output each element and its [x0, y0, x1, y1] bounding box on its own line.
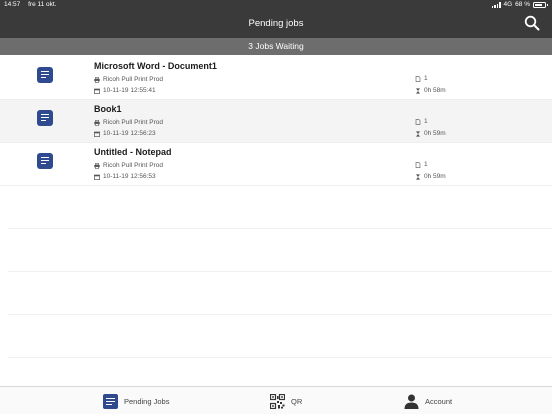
calendar-icon [94, 131, 100, 137]
person-icon [404, 394, 419, 409]
battery-icon [533, 2, 548, 8]
hourglass-icon [416, 130, 420, 137]
printer-icon [94, 76, 100, 83]
job-row[interactable]: Untitled - Notepad Ricoh Pull Print Prod… [0, 143, 552, 186]
battery-percent: 68 % [515, 1, 530, 8]
job-copies: 1 [415, 75, 428, 82]
job-date: 10-11-19 12:56:53 [94, 173, 156, 180]
job-submitted: 10-11-19 12:56:53 [103, 173, 156, 180]
calendar-icon [94, 88, 100, 94]
hourglass-icon [416, 173, 420, 180]
page-icon [415, 118, 421, 125]
cellular-signal-icon [491, 2, 501, 8]
status-left: 14:57 fre 11 okt. [4, 0, 57, 10]
document-icon [103, 393, 118, 409]
job-list: Microsoft Word - Document1 Ricoh Pull Pr… [0, 57, 552, 186]
jobs-waiting-banner: 3 Jobs Waiting [0, 38, 552, 55]
tab-bar: Pending Jobs QR Account [0, 386, 552, 414]
job-copies-count: 1 [424, 75, 428, 82]
job-printer-name: Ricoh Pull Print Prod [103, 162, 163, 169]
job-date: 10-11-19 12:55:41 [94, 87, 156, 94]
job-printer-name: Ricoh Pull Print Prod [103, 76, 163, 83]
job-expires-in: 0h 59m [424, 173, 446, 180]
status-date: fre 11 okt. [28, 1, 57, 8]
network-type: 4G [503, 1, 513, 8]
status-right: 4G 68 % [491, 0, 548, 10]
status-bar: 14:57 fre 11 okt. 4G 68 % [0, 0, 552, 10]
job-printer: Ricoh Pull Print Prod [94, 119, 163, 126]
search-button[interactable] [524, 15, 540, 31]
tab-pending-jobs[interactable]: Pending Jobs [103, 387, 169, 414]
job-expires-in: 0h 59m [424, 130, 446, 137]
job-expires: 0h 59m [415, 130, 446, 137]
job-title: Microsoft Word - Document1 [94, 61, 217, 71]
job-expires: 0h 59m [415, 173, 446, 180]
tab-label: QR [291, 396, 303, 406]
job-row[interactable]: Book1 Ricoh Pull Print Prod 10-11-19 12:… [0, 100, 552, 143]
job-expires: 0h 58m [415, 87, 446, 94]
qr-code-icon [270, 393, 285, 409]
job-copies-count: 1 [424, 161, 428, 168]
job-submitted: 10-11-19 12:56:23 [103, 130, 156, 137]
job-expires-in: 0h 58m [424, 87, 446, 94]
job-title: Untitled - Notepad [94, 147, 172, 157]
page-icon [415, 75, 421, 82]
job-copies: 1 [415, 161, 428, 168]
tab-qr[interactable]: QR [270, 387, 302, 414]
empty-list-area [8, 186, 552, 358]
job-printer-name: Ricoh Pull Print Prod [103, 119, 163, 126]
job-copies: 1 [415, 118, 428, 125]
tab-account[interactable]: Account [404, 387, 452, 414]
hourglass-icon [416, 87, 420, 94]
app-header: Pending jobs [0, 10, 552, 38]
calendar-icon [94, 174, 100, 180]
printer-icon [94, 162, 100, 169]
job-submitted: 10-11-19 12:55:41 [103, 87, 156, 94]
page-title: Pending jobs [248, 18, 304, 29]
tab-label: Pending Jobs [124, 396, 170, 406]
job-copies-count: 1 [424, 118, 428, 125]
job-date: 10-11-19 12:56:23 [94, 130, 156, 137]
document-icon [37, 67, 53, 83]
page-icon [415, 161, 421, 168]
document-icon [37, 153, 53, 169]
document-icon [37, 110, 53, 126]
job-printer: Ricoh Pull Print Prod [94, 162, 163, 169]
search-icon [524, 15, 540, 31]
job-printer: Ricoh Pull Print Prod [94, 76, 163, 83]
status-time: 14:57 [4, 1, 21, 8]
printer-icon [94, 119, 100, 126]
job-row[interactable]: Microsoft Word - Document1 Ricoh Pull Pr… [0, 57, 552, 100]
job-title: Book1 [94, 104, 122, 114]
battery-fill [535, 4, 543, 6]
tab-label: Account [425, 396, 453, 406]
